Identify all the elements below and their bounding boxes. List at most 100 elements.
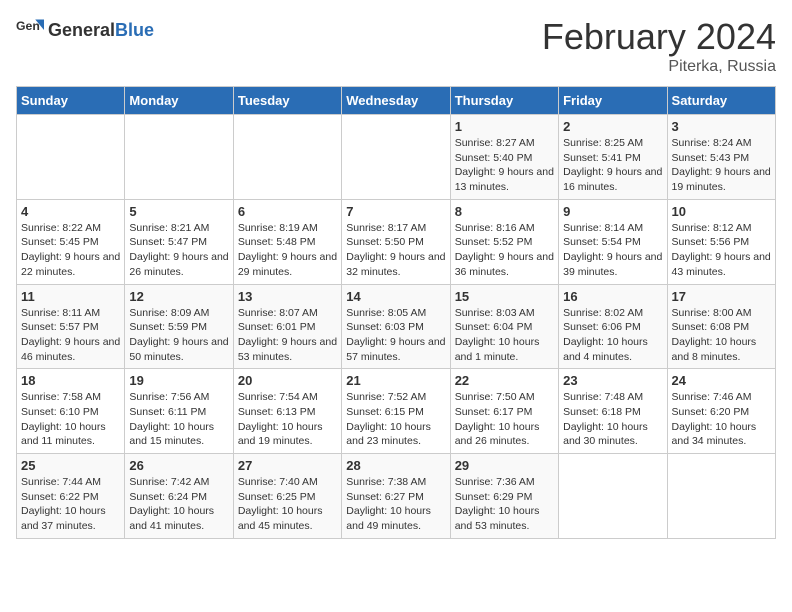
calendar-cell [17, 115, 125, 200]
calendar-cell: 19 Sunrise: 7:56 AM Sunset: 6:11 PM Dayli… [125, 369, 233, 454]
calendar-cell: 22Sunrise: 7:50 AM Sunset: 6:17 PM Dayli… [450, 369, 558, 454]
day-detail: Sunrise: 8:07 AM Sunset: 6:01 PM Dayligh… [238, 306, 337, 365]
calendar-cell [559, 454, 667, 539]
calendar-cell: 21 Sunrise: 7:52 AM Sunset: 6:15 PM Dayli… [342, 369, 450, 454]
day-detail: Sunrise: 8:02 AM Sunset: 6:06 PM Dayligh… [563, 306, 662, 365]
calendar-cell: 11 Sunrise: 8:11 AM Sunset: 5:57 PM Dayli… [17, 284, 125, 369]
day-number: 18 [21, 373, 120, 388]
calendar-cell [233, 115, 341, 200]
calendar-cell [342, 115, 450, 200]
calendar-cell: 27 Sunrise: 7:40 AM Sunset: 6:25 PM Dayli… [233, 454, 341, 539]
calendar-cell: 5Sunrise: 8:21 AM Sunset: 5:47 PM Daylig… [125, 199, 233, 284]
day-detail: Sunrise: 8:19 AM Sunset: 5:48 PM Dayligh… [238, 221, 337, 280]
calendar-cell: 24Sunrise: 7:46 AM Sunset: 6:20 PM Dayli… [667, 369, 775, 454]
day-detail: Sunrise: 8:00 AM Sunset: 6:08 PM Dayligh… [672, 306, 771, 365]
day-detail: Sunrise: 8:14 AM Sunset: 5:54 PM Dayligh… [563, 221, 662, 280]
logo: Gen GeneralBlue [16, 16, 154, 44]
calendar-table: SundayMondayTuesdayWednesdayThursdayFrid… [16, 86, 776, 539]
day-number: 12 [129, 289, 228, 304]
calendar-cell: 12 Sunrise: 8:09 AM Sunset: 5:59 PM Dayli… [125, 284, 233, 369]
calendar-cell [125, 115, 233, 200]
day-number: 28 [346, 458, 445, 473]
day-detail: Sunrise: 7:40 AM Sunset: 6:25 PM Dayligh… [238, 475, 337, 534]
day-number: 27 [238, 458, 337, 473]
day-detail: Sunrise: 7:54 AM Sunset: 6:13 PM Dayligh… [238, 390, 337, 449]
col-header-thursday: Thursday [450, 87, 558, 115]
calendar-cell: 29 Sunrise: 7:36 AM Sunset: 6:29 PM Dayli… [450, 454, 558, 539]
day-number: 22 [455, 373, 554, 388]
week-row-3: 18 Sunrise: 7:58 AM Sunset: 6:10 PM Dayli… [17, 369, 776, 454]
calendar-cell: 15Sunrise: 8:03 AM Sunset: 6:04 PM Dayli… [450, 284, 558, 369]
calendar-cell: 17 Sunrise: 8:00 AM Sunset: 6:08 PM Dayli… [667, 284, 775, 369]
week-row-0: 1 Sunrise: 8:27 AM Sunset: 5:40 PM Daylig… [17, 115, 776, 200]
day-detail: Sunrise: 8:11 AM Sunset: 5:57 PM Dayligh… [21, 306, 120, 365]
day-number: 24 [672, 373, 771, 388]
col-header-tuesday: Tuesday [233, 87, 341, 115]
calendar-cell: 7 Sunrise: 8:17 AM Sunset: 5:50 PM Daylig… [342, 199, 450, 284]
day-detail: Sunrise: 8:25 AM Sunset: 5:41 PM Dayligh… [563, 136, 662, 195]
header: Gen GeneralBlue February 2024 Piterka, R… [16, 16, 776, 76]
week-row-2: 11 Sunrise: 8:11 AM Sunset: 5:57 PM Dayli… [17, 284, 776, 369]
day-detail: Sunrise: 8:27 AM Sunset: 5:40 PM Dayligh… [455, 136, 554, 195]
calendar-cell: 10 Sunrise: 8:12 AM Sunset: 5:56 PM Dayli… [667, 199, 775, 284]
calendar-cell: 23 Sunrise: 7:48 AM Sunset: 6:18 PM Dayli… [559, 369, 667, 454]
day-number: 26 [129, 458, 228, 473]
day-number: 29 [455, 458, 554, 473]
col-header-friday: Friday [559, 87, 667, 115]
col-header-monday: Monday [125, 87, 233, 115]
day-detail: Sunrise: 7:44 AM Sunset: 6:22 PM Dayligh… [21, 475, 120, 534]
day-number: 7 [346, 204, 445, 219]
day-detail: Sunrise: 8:05 AM Sunset: 6:03 PM Dayligh… [346, 306, 445, 365]
day-detail: Sunrise: 7:58 AM Sunset: 6:10 PM Dayligh… [21, 390, 120, 449]
calendar-cell: 26Sunrise: 7:42 AM Sunset: 6:24 PM Dayli… [125, 454, 233, 539]
day-detail: Sunrise: 7:36 AM Sunset: 6:29 PM Dayligh… [455, 475, 554, 534]
day-detail: Sunrise: 8:17 AM Sunset: 5:50 PM Dayligh… [346, 221, 445, 280]
logo-general: General [48, 20, 115, 40]
day-number: 8 [455, 204, 554, 219]
day-detail: Sunrise: 7:38 AM Sunset: 6:27 PM Dayligh… [346, 475, 445, 534]
col-header-sunday: Sunday [17, 87, 125, 115]
title-area: February 2024 Piterka, Russia [542, 16, 776, 76]
calendar-cell: 2 Sunrise: 8:25 AM Sunset: 5:41 PM Daylig… [559, 115, 667, 200]
day-number: 9 [563, 204, 662, 219]
day-number: 2 [563, 119, 662, 134]
calendar-cell: 20 Sunrise: 7:54 AM Sunset: 6:13 PM Dayli… [233, 369, 341, 454]
calendar-cell: 28 Sunrise: 7:38 AM Sunset: 6:27 PM Dayli… [342, 454, 450, 539]
day-detail: Sunrise: 7:56 AM Sunset: 6:11 PM Dayligh… [129, 390, 228, 449]
day-number: 11 [21, 289, 120, 304]
week-row-4: 25Sunrise: 7:44 AM Sunset: 6:22 PM Dayli… [17, 454, 776, 539]
day-detail: Sunrise: 8:21 AM Sunset: 5:47 PM Dayligh… [129, 221, 228, 280]
day-number: 19 [129, 373, 228, 388]
calendar-cell: 1 Sunrise: 8:27 AM Sunset: 5:40 PM Daylig… [450, 115, 558, 200]
calendar-cell: 14 Sunrise: 8:05 AM Sunset: 6:03 PM Dayli… [342, 284, 450, 369]
day-number: 21 [346, 373, 445, 388]
day-number: 1 [455, 119, 554, 134]
day-number: 14 [346, 289, 445, 304]
month-title: February 2024 [542, 16, 776, 58]
day-number: 13 [238, 289, 337, 304]
location-subtitle: Piterka, Russia [542, 58, 776, 76]
day-detail: Sunrise: 7:48 AM Sunset: 6:18 PM Dayligh… [563, 390, 662, 449]
day-number: 10 [672, 204, 771, 219]
col-header-saturday: Saturday [667, 87, 775, 115]
day-number: 17 [672, 289, 771, 304]
day-detail: Sunrise: 8:12 AM Sunset: 5:56 PM Dayligh… [672, 221, 771, 280]
col-header-wednesday: Wednesday [342, 87, 450, 115]
day-number: 4 [21, 204, 120, 219]
day-detail: Sunrise: 8:09 AM Sunset: 5:59 PM Dayligh… [129, 306, 228, 365]
day-number: 23 [563, 373, 662, 388]
calendar-cell: 18 Sunrise: 7:58 AM Sunset: 6:10 PM Dayli… [17, 369, 125, 454]
calendar-cell [667, 454, 775, 539]
calendar-cell: 8Sunrise: 8:16 AM Sunset: 5:52 PM Daylig… [450, 199, 558, 284]
calendar-cell: 16Sunrise: 8:02 AM Sunset: 6:06 PM Dayli… [559, 284, 667, 369]
day-detail: Sunrise: 8:22 AM Sunset: 5:45 PM Dayligh… [21, 221, 120, 280]
calendar-cell: 9 Sunrise: 8:14 AM Sunset: 5:54 PM Daylig… [559, 199, 667, 284]
day-detail: Sunrise: 7:52 AM Sunset: 6:15 PM Dayligh… [346, 390, 445, 449]
calendar-cell: 13 Sunrise: 8:07 AM Sunset: 6:01 PM Dayli… [233, 284, 341, 369]
calendar-cell: 6 Sunrise: 8:19 AM Sunset: 5:48 PM Daylig… [233, 199, 341, 284]
day-number: 6 [238, 204, 337, 219]
day-detail: Sunrise: 8:24 AM Sunset: 5:43 PM Dayligh… [672, 136, 771, 195]
svg-text:Gen: Gen [16, 19, 40, 33]
week-row-1: 4 Sunrise: 8:22 AM Sunset: 5:45 PM Daylig… [17, 199, 776, 284]
day-number: 20 [238, 373, 337, 388]
